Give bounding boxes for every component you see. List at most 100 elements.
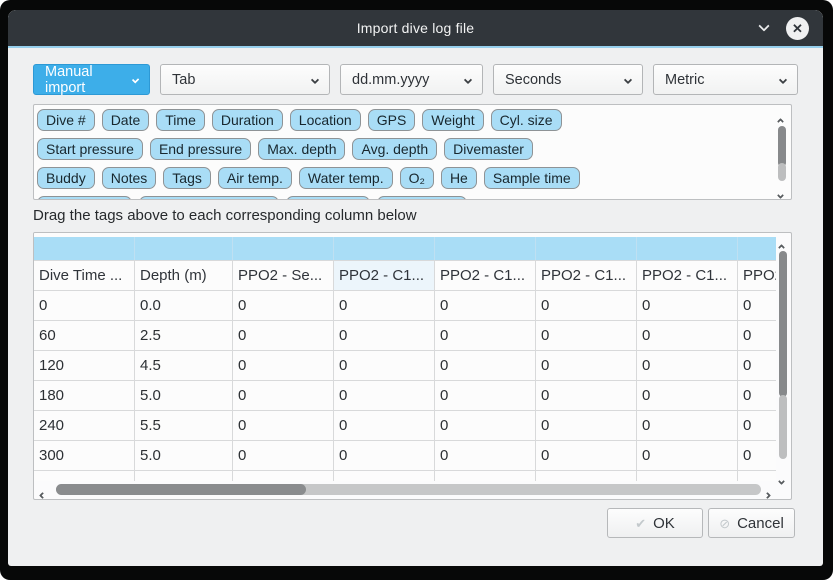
table-cell[interactable]: 0 xyxy=(334,411,435,440)
combo-tab[interactable]: Tab xyxy=(160,64,330,95)
table-cell[interactable]: 0 xyxy=(233,441,334,470)
table-cell[interactable]: 0 xyxy=(536,351,637,380)
chevron-down-icon[interactable] xyxy=(758,22,770,34)
table-scrollbar-thumb[interactable] xyxy=(779,251,787,397)
table-cell[interactable]: 60 xyxy=(34,321,135,350)
table-cell[interactable]: 0 xyxy=(637,441,738,470)
table-cell[interactable]: 0 xyxy=(334,321,435,350)
tag-buddy[interactable]: Buddy xyxy=(37,167,95,189)
tag-clipped[interactable] xyxy=(139,196,279,199)
table-cell[interactable]: 240 xyxy=(34,411,135,440)
table-cell[interactable] xyxy=(334,471,435,481)
table-vertical-scrollbar[interactable] xyxy=(776,237,790,479)
table-cell[interactable] xyxy=(536,471,637,481)
table-cell[interactable]: 5.5 xyxy=(135,411,233,440)
table-cell[interactable]: 0 xyxy=(233,351,334,380)
table-cell[interactable]: 0 xyxy=(435,321,536,350)
column-header[interactable]: PPO2 xyxy=(738,261,776,290)
table-cell[interactable]: 0 xyxy=(233,291,334,320)
table-cell[interactable]: 0 xyxy=(233,381,334,410)
combo-dd-mm-yyyy[interactable]: dd.mm.yyyy xyxy=(340,64,483,95)
table-cell[interactable]: 0 xyxy=(738,321,776,350)
drop-target-cell[interactable] xyxy=(738,237,776,260)
tags-vertical-scrollbar[interactable] xyxy=(775,111,789,193)
drop-target-cell[interactable] xyxy=(637,237,738,260)
combo-manual-import[interactable]: Manual import xyxy=(33,64,150,95)
tag-he[interactable]: He xyxy=(441,167,477,189)
table-cell[interactable]: 0 xyxy=(738,441,776,470)
table-cell[interactable]: 0.0 xyxy=(135,291,233,320)
table-scrollbar-track[interactable] xyxy=(779,395,787,459)
table-cell[interactable]: 0 xyxy=(435,291,536,320)
scroll-up-icon[interactable] xyxy=(778,111,786,119)
table-cell[interactable]: 0 xyxy=(738,381,776,410)
table-cell[interactable]: 0 xyxy=(536,381,637,410)
table-cell[interactable]: 120 xyxy=(34,351,135,380)
table-cell[interactable]: 0 xyxy=(334,381,435,410)
table-cell[interactable]: 0 xyxy=(637,351,738,380)
table-cell[interactable]: 0 xyxy=(334,291,435,320)
tag-clipped[interactable] xyxy=(286,196,370,199)
table-cell[interactable]: 0 xyxy=(536,411,637,440)
table-cell[interactable]: 0 xyxy=(738,351,776,380)
table-cell[interactable]: 0 xyxy=(334,351,435,380)
table-cell[interactable]: 0 xyxy=(435,381,536,410)
cancel-button[interactable]: ⊘ Cancel xyxy=(708,508,795,538)
drop-target-cell[interactable] xyxy=(135,237,233,260)
scroll-up-icon[interactable] xyxy=(779,237,787,245)
tag-weight[interactable]: Weight xyxy=(422,109,483,131)
drop-target-cell[interactable] xyxy=(536,237,637,260)
scroll-left-icon[interactable] xyxy=(40,485,48,493)
tag-notes[interactable]: Notes xyxy=(102,167,157,189)
table-cell[interactable]: 0 xyxy=(637,381,738,410)
titlebar[interactable]: Import dive log file ✕ xyxy=(8,10,823,46)
tag-max-depth[interactable]: Max. depth xyxy=(258,138,345,160)
scroll-right-icon[interactable] xyxy=(765,485,773,493)
combo-metric[interactable]: Metric xyxy=(653,64,798,95)
tags-scrollbar-thumb[interactable] xyxy=(778,126,786,167)
tag-divemaster[interactable]: Divemaster xyxy=(444,138,533,160)
table-cell[interactable]: 0 xyxy=(637,321,738,350)
column-header[interactable]: PPO2 - C1... xyxy=(637,261,738,290)
tag-tags[interactable]: Tags xyxy=(163,167,211,189)
table-cell[interactable]: 180 xyxy=(34,381,135,410)
tag-avg-depth[interactable]: Avg. depth xyxy=(352,138,437,160)
table-cell[interactable]: 0 xyxy=(536,291,637,320)
table-cell[interactable] xyxy=(435,471,536,481)
table-cell[interactable]: 0 xyxy=(435,441,536,470)
scroll-down-icon[interactable] xyxy=(778,185,786,193)
table-cell[interactable]: 0 xyxy=(435,411,536,440)
drop-target-cell[interactable] xyxy=(435,237,536,260)
table-cell[interactable] xyxy=(637,471,738,481)
combo-seconds[interactable]: Seconds xyxy=(493,64,643,95)
column-header[interactable]: PPO2 - C1... xyxy=(536,261,637,290)
table-cell[interactable]: 0 xyxy=(637,291,738,320)
drop-target-cell[interactable] xyxy=(34,237,135,260)
table-cell[interactable]: 0 xyxy=(334,441,435,470)
drop-target-cell[interactable] xyxy=(334,237,435,260)
table-cell[interactable]: 0 xyxy=(435,351,536,380)
table-cell[interactable]: 2.5 xyxy=(135,321,233,350)
scroll-down-icon[interactable] xyxy=(779,471,787,479)
drop-target-cell[interactable] xyxy=(233,237,334,260)
table-cell[interactable]: 0 xyxy=(637,411,738,440)
column-header[interactable]: PPO2 - C1... xyxy=(435,261,536,290)
tag-dive-[interactable]: Dive # xyxy=(37,109,95,131)
table-cell[interactable]: 0 xyxy=(536,321,637,350)
table-cell[interactable] xyxy=(738,471,776,481)
table-cell[interactable] xyxy=(233,471,334,481)
tag-duration[interactable]: Duration xyxy=(212,109,283,131)
tag-time[interactable]: Time xyxy=(156,109,205,131)
tag-sample-time[interactable]: Sample time xyxy=(484,167,580,189)
tag-water-temp-[interactable]: Water temp. xyxy=(299,167,393,189)
table-cell[interactable]: 0 xyxy=(233,411,334,440)
tag-date[interactable]: Date xyxy=(102,109,150,131)
table-cell[interactable]: 0 xyxy=(536,441,637,470)
tags-scrollbar-track[interactable] xyxy=(778,163,786,181)
tag-start-pressure[interactable]: Start pressure xyxy=(37,138,143,160)
column-header[interactable]: PPO2 - C1... xyxy=(334,261,435,290)
table-cell[interactable] xyxy=(135,471,233,481)
tag-gps[interactable]: GPS xyxy=(368,109,416,131)
tag-cyl-size[interactable]: Cyl. size xyxy=(491,109,562,131)
tag-air-temp-[interactable]: Air temp. xyxy=(218,167,292,189)
